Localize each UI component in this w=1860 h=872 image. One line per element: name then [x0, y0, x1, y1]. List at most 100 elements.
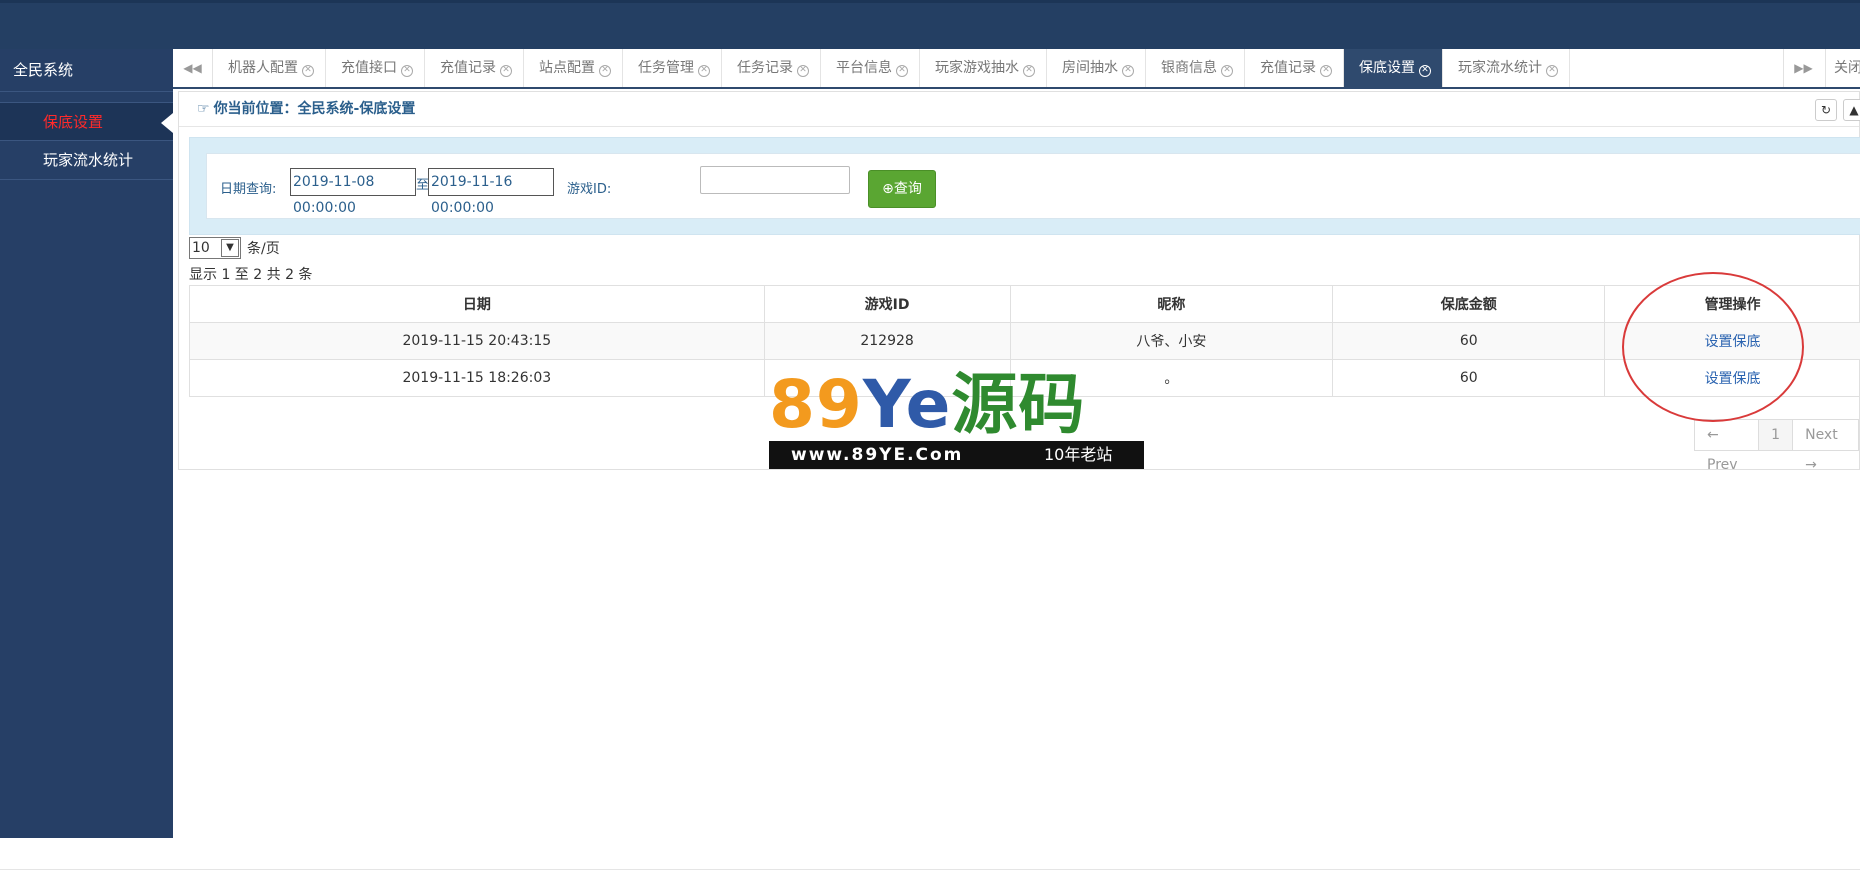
next-page-button[interactable]: Next →	[1792, 419, 1859, 473]
watermark-tag: 10年老站	[1044, 445, 1113, 464]
tab-close-icon[interactable]: ✕	[1023, 65, 1035, 77]
watermark-banner: www.89YE.Com 10年老站	[769, 441, 1144, 469]
panel-tools: ↻ ▲	[1815, 99, 1860, 121]
prev-page-button[interactable]: ← Prev	[1694, 419, 1760, 473]
tab-label: 站点配置	[539, 60, 595, 76]
tab-close-icon[interactable]: ✕	[302, 65, 314, 77]
collapse-up-icon[interactable]: ▲	[1843, 99, 1860, 121]
tab-task-management[interactable]: 任务管理 ✕	[623, 49, 722, 87]
cell-nickname: 八爷、小安	[1009, 322, 1334, 360]
cell-amount: 60	[1332, 359, 1606, 397]
tab-recharge-records-2[interactable]: 充值记录 ✕	[1245, 49, 1344, 87]
table-row: 2019-11-15 20:43:15 212928 八爷、小安 60 设置保底	[189, 322, 1860, 360]
bottom-divider	[0, 869, 1860, 870]
tab-close-icon[interactable]: ✕	[599, 65, 611, 77]
page-size-suffix: 条/页	[247, 241, 280, 257]
page-size-value: 10	[192, 240, 210, 256]
tab-recharge-api[interactable]: 充值接口 ✕	[326, 49, 425, 87]
cell-date: 2019-11-15 20:43:15	[189, 322, 765, 360]
sidebar-item-player-flow-stats[interactable]: 玩家流水统计	[0, 141, 173, 180]
watermark-url: www.89YE.Com	[791, 445, 964, 465]
page-number-current[interactable]: 1	[1758, 419, 1794, 451]
sidebar: 全民系统 保底设置 玩家流水统计	[0, 49, 173, 838]
chevron-down-icon: ▼	[221, 239, 239, 257]
tab-room-rake[interactable]: 房间抽水 ✕	[1047, 49, 1146, 87]
tab-label: 保底设置	[1359, 60, 1415, 76]
tab-guarantee-settings[interactable]: 保底设置 ✕	[1344, 49, 1443, 87]
tab-label: 房间抽水	[1062, 60, 1118, 76]
page-size-control: 10 ▼ 条/页	[189, 237, 280, 259]
query-button[interactable]: ⊕查询	[868, 170, 936, 208]
tab-label: 平台信息	[836, 60, 892, 76]
start-date-input[interactable]: 2019-11-08 00:00:00	[290, 168, 416, 216]
tab-close-icon[interactable]: ✕	[896, 65, 908, 77]
sidebar-title: 全民系统	[0, 49, 173, 92]
double-chevron-left-icon[interactable]: ◀◀	[173, 49, 213, 87]
tab-label: 银商信息	[1161, 60, 1217, 76]
page-size-select[interactable]: 10 ▼	[189, 237, 241, 259]
tab-label: 机器人配置	[228, 60, 298, 76]
red-annotation-circle	[1622, 272, 1804, 422]
watermark-chars: 源码	[951, 366, 1086, 443]
tab-site-config[interactable]: 站点配置 ✕	[524, 49, 623, 87]
watermark-logo-text: 89Ye源码	[769, 369, 1144, 441]
double-chevron-right-icon[interactable]: ▶▶	[1783, 49, 1823, 87]
tab-close-icon[interactable]: ✕	[1221, 65, 1233, 77]
tab-task-records[interactable]: 任务记录 ✕	[722, 49, 821, 87]
breadcrumb-text: 你当前位置：全民系统-保底设置	[213, 101, 416, 117]
close-all-tabs-button[interactable]: 关闭	[1825, 49, 1860, 87]
pagination: ← Prev 1 Next →	[1694, 419, 1859, 473]
cell-amount: 60	[1332, 322, 1606, 360]
tab-player-game-rake[interactable]: 玩家游戏抽水 ✕	[920, 49, 1047, 87]
pointing-hand-icon: ☞	[197, 101, 210, 117]
tab-label: 玩家游戏抽水	[935, 60, 1019, 76]
tab-close-icon[interactable]: ✕	[698, 65, 710, 77]
top-header-bar	[0, 0, 1860, 49]
refresh-icon[interactable]: ↻	[1815, 99, 1837, 121]
tab-robot-config[interactable]: 机器人配置 ✕	[213, 49, 326, 87]
sidebar-item-label: 玩家流水统计	[43, 151, 134, 169]
tab-label: 充值接口	[341, 60, 397, 76]
tab-label: 充值记录	[1260, 60, 1316, 76]
filter-form: 日期查询: 2019-11-08 00:00:00 至 2019-11-16 0…	[206, 153, 1860, 219]
tab-close-icon[interactable]: ✕	[1546, 65, 1558, 77]
sidebar-item-label: 保底设置	[43, 113, 104, 131]
date-query-label: 日期查询:	[220, 182, 277, 197]
query-button-label: 查询	[893, 181, 922, 197]
watermark-digits: 89	[769, 366, 863, 443]
tab-recharge-records[interactable]: 充值记录 ✕	[425, 49, 524, 87]
sidebar-item-guarantee-settings[interactable]: 保底设置	[0, 102, 173, 141]
tab-list: 机器人配置 ✕ 充值接口 ✕ 充值记录 ✕ 站点配置 ✕ 任务管理 ✕ 任务记录 ✕ 平台信…	[213, 49, 1570, 87]
tab-label: 任务管理	[638, 60, 694, 76]
breadcrumb: ☞ 你当前位置：全民系统-保底设置	[179, 92, 1859, 127]
active-indicator-arrow-icon	[161, 113, 173, 133]
tab-close-icon[interactable]: ✕	[500, 65, 512, 77]
watermark-logo: 89Ye源码 www.89YE.Com 10年老站	[769, 369, 1144, 469]
tab-platform-info[interactable]: 平台信息 ✕	[821, 49, 920, 87]
tab-label: 充值记录	[440, 60, 496, 76]
cell-date: 2019-11-15 18:26:03	[189, 359, 765, 397]
column-header-date[interactable]: 日期	[189, 285, 765, 323]
cell-game-id: 212928	[763, 322, 1011, 360]
game-id-input[interactable]	[700, 166, 850, 194]
tab-close-icon[interactable]: ✕	[401, 65, 413, 77]
tab-label: 任务记录	[737, 60, 793, 76]
table-header-row: 日期 游戏ID 昵称 保底金额 管理操作	[189, 285, 1860, 323]
tab-close-icon[interactable]: ✕	[797, 65, 809, 77]
watermark-letters: Ye	[862, 366, 952, 443]
end-date-input[interactable]: 2019-11-16 00:00:00	[428, 168, 554, 216]
game-id-label: 游戏ID:	[567, 182, 612, 197]
column-header-nickname[interactable]: 昵称	[1009, 285, 1334, 323]
tab-close-icon[interactable]: ✕	[1419, 65, 1431, 77]
tab-close-icon[interactable]: ✕	[1320, 65, 1332, 77]
records-info: 显示 1 至 2 共 2 条	[189, 267, 313, 283]
search-icon: ⊕	[882, 181, 894, 197]
tab-label: 玩家流水统计	[1458, 60, 1542, 76]
column-header-game-id[interactable]: 游戏ID	[763, 285, 1011, 323]
tab-close-icon[interactable]: ✕	[1122, 65, 1134, 77]
tab-merchant-info[interactable]: 银商信息 ✕	[1146, 49, 1245, 87]
filter-section: 日期查询: 2019-11-08 00:00:00 至 2019-11-16 0…	[189, 137, 1860, 235]
tab-bar: ◀◀ 机器人配置 ✕ 充值接口 ✕ 充值记录 ✕ 站点配置 ✕ 任务管理 ✕ 任务记录 ✕ …	[173, 49, 1860, 89]
column-header-amount[interactable]: 保底金额	[1332, 285, 1606, 323]
tab-player-flow-stats[interactable]: 玩家流水统计 ✕	[1443, 49, 1570, 87]
